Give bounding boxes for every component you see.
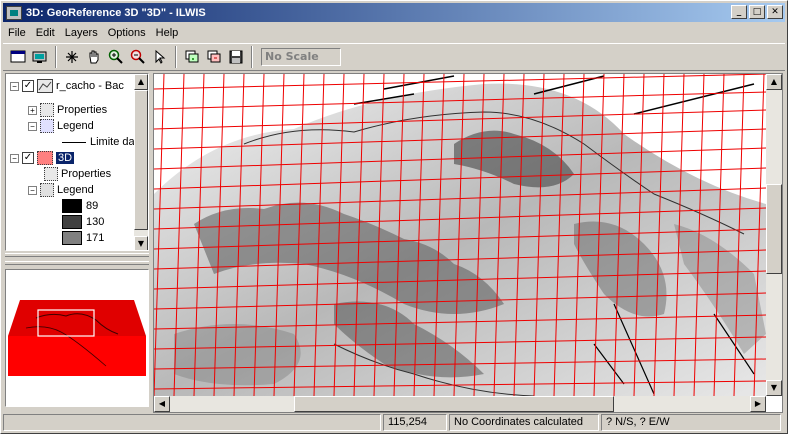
layer-name: 3D xyxy=(56,152,75,164)
layer-remove-icon[interactable] xyxy=(203,46,225,68)
collapse-icon[interactable]: − xyxy=(10,81,19,91)
scroll-down-icon[interactable]: ▼ xyxy=(766,380,782,396)
legend-icon xyxy=(40,119,54,133)
tree-scrollbar[interactable]: ▲ ▼ xyxy=(134,74,148,250)
ilwis-window: 3D: GeoReference 3D "3D" - ILWIS _ □ ✕ F… xyxy=(0,0,788,434)
layer-checkbox[interactable]: ✓ xyxy=(22,152,34,164)
scroll-left-icon[interactable]: ◀ xyxy=(154,396,170,412)
title-bar[interactable]: 3D: GeoReference 3D "3D" - ILWIS _ □ ✕ xyxy=(3,3,785,22)
save-icon[interactable] xyxy=(225,46,247,68)
menu-layers[interactable]: Layers xyxy=(60,27,103,39)
layer-checkbox[interactable]: ✓ xyxy=(22,80,34,92)
map-layer-icon xyxy=(37,79,53,93)
collapse-icon[interactable]: − xyxy=(28,121,37,131)
layer-properties-row[interactable]: + Properties xyxy=(28,102,107,118)
legend-value: 130 xyxy=(86,216,105,228)
map-vscroll-thumb[interactable] xyxy=(766,184,782,274)
legend-swatch xyxy=(62,215,82,229)
app-icon xyxy=(6,5,22,20)
line-symbol-icon xyxy=(62,141,86,143)
zoom-in-icon[interactable] xyxy=(105,46,127,68)
scroll-right-icon[interactable]: ▶ xyxy=(750,396,766,412)
overview-map[interactable] xyxy=(5,269,149,407)
legend-value: 89 xyxy=(86,200,99,212)
scroll-down-icon[interactable]: ▼ xyxy=(134,236,148,250)
legend-value-row: 130 xyxy=(62,214,104,230)
menu-edit[interactable]: Edit xyxy=(31,27,60,39)
panel-splitter[interactable] xyxy=(5,261,149,265)
scale-field[interactable]: No Scale xyxy=(261,48,341,66)
legend-swatch xyxy=(62,231,82,245)
toolbar: No Scale xyxy=(3,43,785,71)
layer-row-3d[interactable]: − ✓ 3D xyxy=(10,150,75,166)
window-title: 3D: GeoReference 3D "3D" - ILWIS xyxy=(26,6,206,19)
select-pointer-icon[interactable] xyxy=(149,46,171,68)
properties-label: Properties xyxy=(57,104,108,116)
close-button[interactable]: ✕ xyxy=(767,5,783,19)
open-icon[interactable] xyxy=(29,46,51,68)
layer-row-r-cacho[interactable]: − ✓ r_cacho - Bac xyxy=(10,78,124,94)
legend-value: 171 xyxy=(86,232,105,244)
panel-splitter[interactable] xyxy=(5,253,149,257)
status-coords: 115,254 xyxy=(383,414,447,431)
new-map-icon[interactable] xyxy=(7,46,29,68)
menu-bar: File Edit Layers Options Help xyxy=(3,23,785,42)
collapse-icon[interactable]: − xyxy=(28,185,37,195)
map-hscroll-thumb[interactable] xyxy=(294,396,614,412)
legend-label: Legend xyxy=(57,184,94,196)
minimize-button[interactable]: _ xyxy=(731,5,747,19)
maximize-button[interactable]: □ xyxy=(749,5,765,19)
map-horizontal-scrollbar[interactable]: ◀ ▶ xyxy=(154,396,766,412)
legend-value-row: 171 xyxy=(62,230,104,246)
layer-add-icon[interactable] xyxy=(181,46,203,68)
legend-swatch xyxy=(62,199,82,213)
layer-tree: − ✓ r_cacho - Bac + Properties − Legend … xyxy=(5,73,149,251)
expand-icon[interactable]: + xyxy=(28,105,37,115)
pan-center-icon[interactable] xyxy=(61,46,83,68)
status-latlon: ? N/S, ? E/W xyxy=(601,414,781,431)
layer-name: r_cacho - Bac xyxy=(56,80,124,92)
layer-legend-row[interactable]: − Legend xyxy=(28,118,94,134)
layer-legend-row[interactable]: − Legend xyxy=(28,182,94,198)
tree-scroll-thumb[interactable] xyxy=(134,90,148,230)
properties-icon xyxy=(40,103,54,117)
layer-properties-row[interactable]: Properties xyxy=(44,166,111,182)
collapse-icon[interactable]: − xyxy=(10,153,19,163)
status-empty xyxy=(3,414,381,431)
menu-file[interactable]: File xyxy=(3,27,31,39)
scroll-up-icon[interactable]: ▲ xyxy=(766,74,782,90)
hand-pan-icon[interactable] xyxy=(83,46,105,68)
properties-icon xyxy=(44,167,58,181)
legend-icon xyxy=(40,183,54,197)
status-message: No Coordinates calculated xyxy=(449,414,599,431)
scroll-up-icon[interactable]: ▲ xyxy=(134,74,148,90)
raster-layer-icon xyxy=(37,151,53,165)
menu-help[interactable]: Help xyxy=(151,27,184,39)
legend-item-label: Limite da xyxy=(90,136,135,148)
legend-label: Legend xyxy=(57,120,94,132)
legend-item-row: Limite da xyxy=(62,134,135,150)
left-panel: − ✓ r_cacho - Bac + Properties − Legend … xyxy=(5,73,149,413)
status-bar: 115,254 No Coordinates calculated ? N/S,… xyxy=(3,414,785,432)
map-viewport[interactable]: ▲ ▼ ◀ ▶ xyxy=(153,73,783,413)
map-vertical-scrollbar[interactable]: ▲ ▼ xyxy=(766,74,782,396)
zoom-out-icon[interactable] xyxy=(127,46,149,68)
properties-label: Properties xyxy=(61,168,112,180)
menu-options[interactable]: Options xyxy=(103,27,151,39)
legend-value-row: 89 xyxy=(62,198,98,214)
